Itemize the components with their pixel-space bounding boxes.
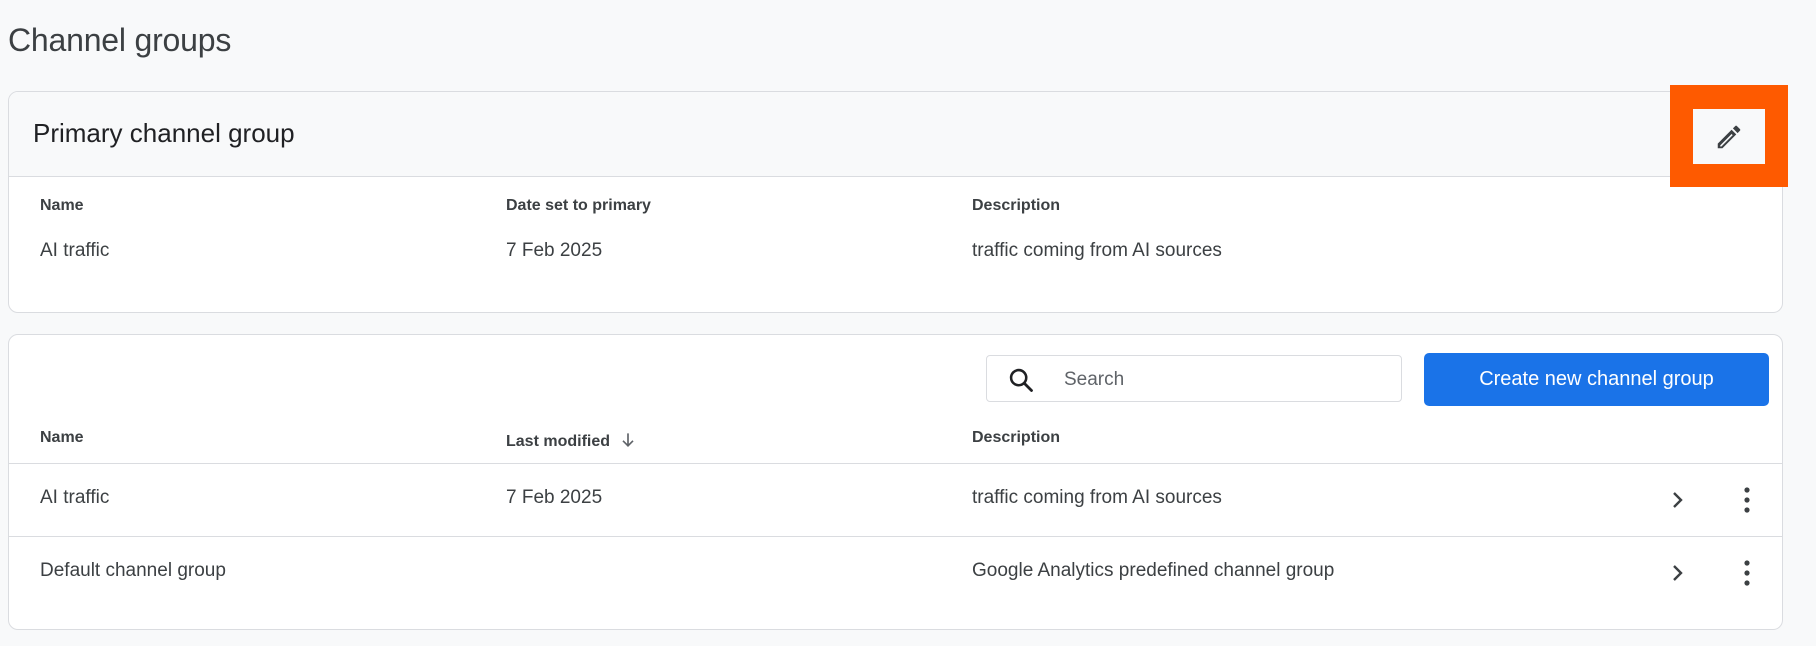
more-vert-icon[interactable] bbox=[1742, 559, 1752, 587]
column-header-date-set: Date set to primary bbox=[506, 197, 651, 214]
primary-date: 7 Feb 2025 bbox=[506, 240, 603, 261]
search-field[interactable] bbox=[986, 355, 1402, 403]
search-input[interactable] bbox=[1062, 356, 1386, 403]
row-name: Default channel group bbox=[40, 560, 226, 581]
row-last-modified: 7 Feb 2025 bbox=[506, 487, 603, 508]
row-description: traffic coming from AI sources bbox=[972, 487, 1222, 508]
edit-primary-button[interactable] bbox=[1693, 109, 1765, 164]
more-vert-icon[interactable] bbox=[1742, 486, 1752, 514]
arrow-down-icon bbox=[622, 433, 635, 448]
column-header-name: Name bbox=[40, 197, 84, 214]
chevron-right-icon[interactable] bbox=[1665, 561, 1689, 585]
page-title: Channel groups bbox=[8, 22, 232, 58]
pencil-icon bbox=[1717, 125, 1741, 148]
chevron-right-icon[interactable] bbox=[1665, 488, 1689, 512]
primary-channel-group-card: Primary channel group Name Date set to p… bbox=[8, 91, 1783, 313]
search-icon bbox=[1009, 368, 1033, 392]
column-header-description: Description bbox=[972, 197, 1061, 214]
table-header: Name Last modified Description bbox=[9, 415, 1782, 464]
column-header-description: Description bbox=[972, 429, 1061, 446]
primary-description: traffic coming from AI sources bbox=[972, 240, 1222, 261]
primary-card-header: Primary channel group bbox=[9, 92, 1782, 177]
column-header-name: Name bbox=[40, 429, 84, 446]
table-row[interactable]: AI traffic 7 Feb 2025 traffic coming fro… bbox=[9, 464, 1782, 537]
channel-groups-list-card: Create new channel group Name Last modif… bbox=[8, 334, 1783, 630]
primary-card-title: Primary channel group bbox=[33, 118, 295, 148]
column-header-last-modified[interactable]: Last modified bbox=[506, 429, 638, 451]
row-name: AI traffic bbox=[40, 487, 110, 508]
primary-name: AI traffic bbox=[40, 240, 110, 261]
table-row[interactable]: Default channel group Google Analytics p… bbox=[9, 537, 1782, 609]
create-channel-group-button[interactable]: Create new channel group bbox=[1424, 353, 1769, 406]
row-description: Google Analytics predefined channel grou… bbox=[972, 560, 1335, 581]
last-modified-label: Last modified bbox=[506, 433, 611, 450]
